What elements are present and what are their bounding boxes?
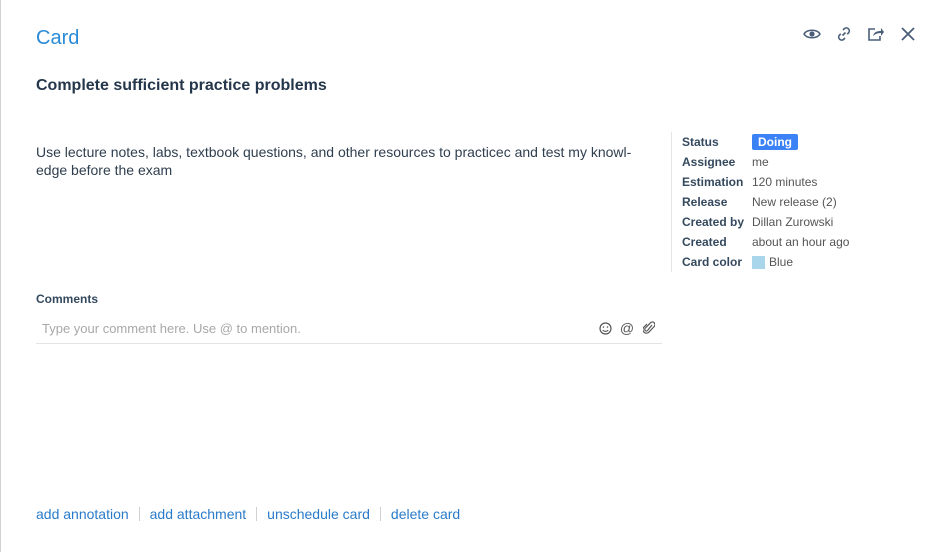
task-description[interactable]: Use lecture notes, labs, textbook questi… — [36, 143, 646, 179]
status-badge[interactable]: Doing — [752, 134, 798, 150]
delete-card-link[interactable]: delete card — [391, 506, 460, 522]
created-label: Created — [682, 235, 727, 249]
color-swatch — [752, 255, 765, 269]
separator — [256, 507, 258, 521]
unschedule-card-link[interactable]: unschedule card — [267, 506, 370, 522]
separator — [379, 507, 381, 521]
assignee-label: Assignee — [682, 155, 736, 169]
comments-label: Comments — [36, 292, 99, 306]
eye-icon[interactable] — [802, 24, 822, 44]
release-value[interactable]: New release (2) — [752, 195, 837, 209]
card-color-value[interactable]: Blue — [752, 255, 793, 269]
card-color-text: Blue — [769, 255, 794, 269]
created-value: about an hour ago — [752, 235, 850, 249]
card-color-row: Card color Blue — [682, 252, 849, 272]
separator — [138, 507, 140, 521]
estimation-value[interactable]: 120 minutes — [752, 175, 817, 189]
properties-panel: Status Doing Assignee me Estimation 120 … — [671, 132, 849, 272]
created-by-label: Created by — [682, 215, 745, 229]
card-color-label: Card color — [682, 255, 743, 269]
release-row: Release New release (2) — [682, 192, 849, 212]
created-by-row: Created by Dillan Zurowski — [682, 212, 849, 232]
close-icon[interactable] — [898, 24, 918, 44]
comment-tools: @ — [598, 320, 662, 336]
description-text: Use lecture notes, labs, textbook questi… — [36, 144, 632, 178]
assignee-value[interactable]: me — [752, 155, 769, 169]
task-title: Complete sufficient practice problems — [36, 77, 327, 94]
created-by-value: Dillan Zurowski — [752, 215, 834, 229]
release-label: Release — [682, 195, 728, 209]
dialog-title: Card — [36, 27, 80, 49]
footer-actions: add annotation add attachment unschedule… — [36, 506, 460, 522]
estimation-row: Estimation 120 minutes — [682, 172, 849, 192]
add-annotation-link[interactable]: add annotation — [36, 506, 129, 522]
emoji-icon[interactable] — [598, 321, 612, 335]
created-row: Created about an hour ago — [682, 232, 849, 252]
comment-box: @ — [36, 313, 662, 344]
estimation-label: Estimation — [682, 175, 744, 189]
comment-input[interactable] — [36, 319, 598, 337]
status-label: Status — [682, 135, 719, 149]
status-row: Status Doing — [682, 132, 849, 152]
assignee-row: Assignee me — [682, 152, 849, 172]
share-icon[interactable] — [866, 24, 886, 44]
add-attachment-link[interactable]: add attachment — [150, 506, 247, 522]
attach-icon[interactable] — [642, 321, 656, 335]
link-icon[interactable] — [834, 24, 854, 44]
mention-icon[interactable]: @ — [620, 320, 634, 336]
window-edge — [0, 0, 1, 552]
header-toolbar — [802, 24, 918, 44]
